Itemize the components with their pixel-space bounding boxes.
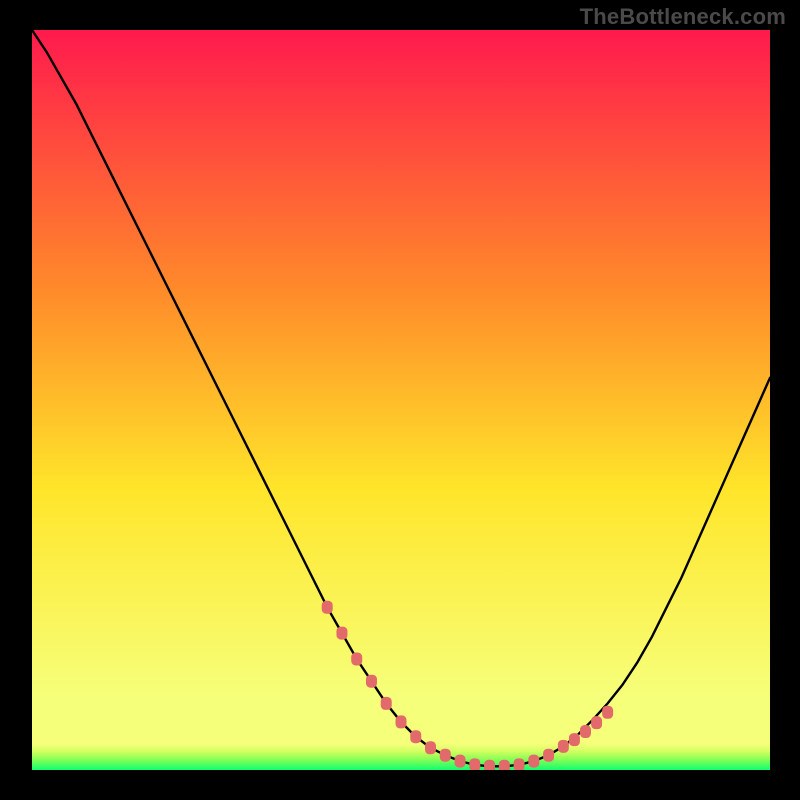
marker-dot [410, 730, 421, 743]
marker-dot [351, 653, 362, 666]
plot-area [32, 30, 770, 770]
chart-frame: TheBottleneck.com [0, 0, 800, 800]
marker-dot [366, 675, 377, 688]
marker-dot [381, 697, 392, 710]
marker-dot [543, 749, 554, 762]
marker-dot [336, 627, 347, 640]
marker-dot [569, 733, 580, 746]
gradient-background [32, 30, 770, 770]
marker-dot [469, 758, 480, 770]
marker-dot [440, 749, 451, 762]
plot-svg [32, 30, 770, 770]
marker-dot [514, 758, 525, 770]
marker-dot [396, 715, 407, 728]
marker-dot [558, 740, 569, 753]
marker-dot [528, 755, 539, 768]
marker-dot [455, 755, 466, 768]
marker-dot [602, 706, 613, 719]
marker-dot [322, 601, 333, 614]
marker-dot [425, 741, 436, 754]
marker-dot [499, 760, 510, 770]
marker-dot [484, 760, 495, 770]
marker-dot [580, 725, 591, 738]
watermark-text: TheBottleneck.com [580, 4, 786, 30]
marker-dot [591, 716, 602, 729]
